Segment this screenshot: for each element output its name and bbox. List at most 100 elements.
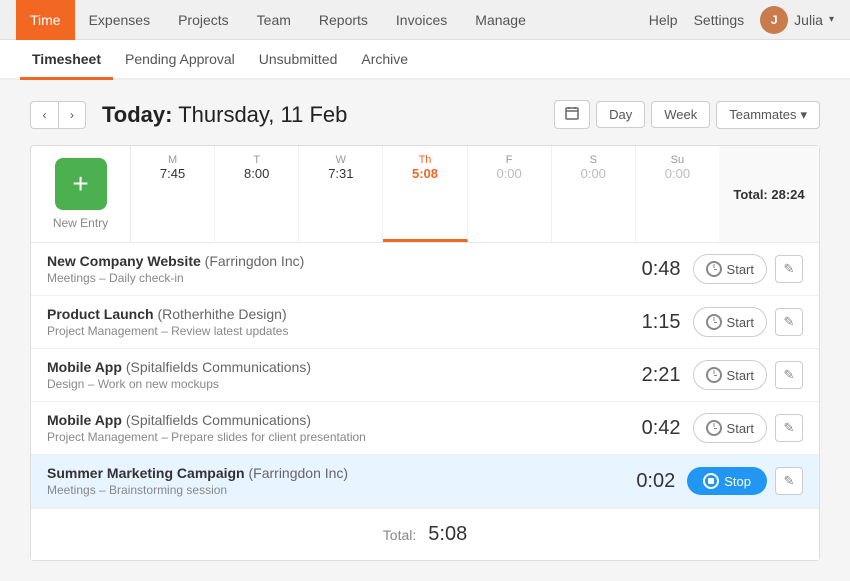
day-label: F (474, 154, 545, 166)
sub-nav-item-archive[interactable]: Archive (349, 40, 420, 80)
total-col: Total: 28:24 (719, 146, 819, 242)
week-view-button[interactable]: Week (651, 101, 710, 128)
nav-item-projects[interactable]: Projects (164, 0, 243, 40)
prev-date-button[interactable]: ‹ (30, 101, 58, 129)
entry-row: Summer Marketing Campaign (Farringdon In… (31, 455, 819, 508)
entry-project: Mobile App (Spitalfields Communications) (47, 412, 611, 428)
new-entry-button[interactable]: + (55, 158, 107, 210)
entry-task: Meetings – Daily check-in (47, 271, 611, 285)
new-entry-col: + New Entry (31, 146, 131, 242)
clock-icon (706, 420, 722, 436)
nav-item-reports[interactable]: Reports (305, 0, 382, 40)
time-grid-container: + New Entry M7:45T8:00W7:31Th5:08F0:00S0… (30, 145, 820, 561)
day-time: 8:00 (221, 166, 292, 181)
sub-nav-item-pending-approval[interactable]: Pending Approval (113, 40, 247, 80)
entry-info: Summer Marketing Campaign (Farringdon In… (47, 465, 605, 497)
stop-circle-icon (703, 473, 719, 489)
edit-button[interactable]: ✎ (775, 467, 803, 495)
date-nav-row: ‹ › Today: Thursday, 11 Feb Day Week Tea… (30, 100, 820, 129)
day-label: W (305, 154, 376, 166)
edit-icon: ✎ (784, 367, 795, 383)
sub-nav: TimesheetPending ApprovalUnsubmittedArch… (0, 40, 850, 80)
start-label: Start (727, 262, 754, 277)
sub-nav-item-timesheet[interactable]: Timesheet (20, 40, 113, 80)
stop-button[interactable]: Stop (687, 467, 767, 495)
edit-icon: ✎ (784, 314, 795, 330)
day-cols: M7:45T8:00W7:31Th5:08F0:00S0:00Su0:00 (131, 146, 719, 242)
total-grid-label: Total: (733, 187, 767, 202)
nav-item-time[interactable]: Time (16, 0, 75, 40)
entry-task: Project Management – Prepare slides for … (47, 430, 611, 444)
settings-link[interactable]: Settings (694, 12, 745, 28)
day-label: Th (389, 154, 460, 166)
user-menu-chevron: ▾ (829, 14, 834, 25)
start-label: Start (727, 368, 754, 383)
entry-project: Mobile App (Spitalfields Communications) (47, 359, 611, 375)
day-col-su[interactable]: Su0:00 (636, 146, 719, 242)
edit-button[interactable]: ✎ (775, 414, 803, 442)
next-date-button[interactable]: › (58, 101, 86, 129)
entry-info: Mobile App (Spitalfields Communications)… (47, 359, 611, 391)
teammates-button[interactable]: Teammates ▾ (716, 101, 820, 129)
edit-button[interactable]: ✎ (775, 255, 803, 283)
total-footer-value: 5:08 (428, 523, 467, 546)
start-button[interactable]: Start (693, 360, 767, 390)
entry-time: 0:42 (611, 417, 681, 440)
calendar-button[interactable] (554, 100, 590, 129)
day-time: 5:08 (389, 166, 460, 181)
nav-item-expenses[interactable]: Expenses (75, 0, 164, 40)
entry-actions: Start ✎ (693, 254, 803, 284)
total-grid-time: 28:24 (771, 187, 804, 202)
teammates-chevron: ▾ (800, 107, 807, 123)
edit-icon: ✎ (784, 261, 795, 277)
entry-actions: Start ✎ (693, 307, 803, 337)
day-label: Su (642, 154, 713, 166)
edit-button[interactable]: ✎ (775, 308, 803, 336)
day-col-w[interactable]: W7:31 (299, 146, 383, 242)
day-time: 7:31 (305, 166, 376, 181)
sub-nav-item-unsubmitted[interactable]: Unsubmitted (247, 40, 350, 80)
date-title: Today: Thursday, 11 Feb (102, 102, 347, 128)
start-button[interactable]: Start (693, 307, 767, 337)
day-time: 0:00 (642, 166, 713, 181)
clock-icon (706, 261, 722, 277)
new-entry-label: New Entry (53, 216, 108, 230)
entry-time: 1:15 (611, 311, 681, 334)
total-footer-label: Total: (383, 527, 416, 543)
day-col-s[interactable]: S0:00 (552, 146, 636, 242)
day-col-m[interactable]: M7:45 (131, 146, 215, 242)
help-link[interactable]: Help (649, 12, 678, 28)
nav-item-team[interactable]: Team (243, 0, 305, 40)
entry-project: New Company Website (Farringdon Inc) (47, 253, 611, 269)
day-col-t[interactable]: T8:00 (215, 146, 299, 242)
entry-time: 0:48 (611, 258, 681, 281)
main-content: ‹ › Today: Thursday, 11 Feb Day Week Tea… (0, 80, 850, 581)
nav-item-manage[interactable]: Manage (461, 0, 540, 40)
entry-project: Summer Marketing Campaign (Farringdon In… (47, 465, 605, 481)
top-nav: TimeExpensesProjectsTeamReportsInvoicesM… (0, 0, 850, 40)
entry-info: New Company Website (Farringdon Inc) Meet… (47, 253, 611, 285)
user-avatar-container[interactable]: J Julia ▾ (760, 6, 834, 34)
day-label: T (221, 154, 292, 166)
day-view-button[interactable]: Day (596, 101, 645, 128)
time-grid: + New Entry M7:45T8:00W7:31Th5:08F0:00S0… (31, 146, 819, 243)
day-col-th[interactable]: Th5:08 (383, 146, 467, 242)
start-button[interactable]: Start (693, 254, 767, 284)
nav-item-invoices[interactable]: Invoices (382, 0, 461, 40)
total-footer-row: Total: 5:08 (31, 508, 819, 560)
day-time: 0:00 (558, 166, 629, 181)
entry-time: 2:21 (611, 364, 681, 387)
day-label: S (558, 154, 629, 166)
day-col-f[interactable]: F0:00 (468, 146, 552, 242)
entry-project: Product Launch (Rotherhithe Design) (47, 306, 611, 322)
entry-actions: Stop ✎ (687, 467, 803, 495)
entry-info: Product Launch (Rotherhithe Design)Proje… (47, 306, 611, 338)
edit-button[interactable]: ✎ (775, 361, 803, 389)
start-button[interactable]: Start (693, 413, 767, 443)
view-controls: Day Week Teammates ▾ (554, 100, 820, 129)
day-time: 7:45 (137, 166, 208, 181)
entry-info: Mobile App (Spitalfields Communications)… (47, 412, 611, 444)
day-label: M (137, 154, 208, 166)
nav-left: TimeExpensesProjectsTeamReportsInvoicesM… (16, 0, 540, 40)
stop-square-icon (708, 478, 714, 484)
